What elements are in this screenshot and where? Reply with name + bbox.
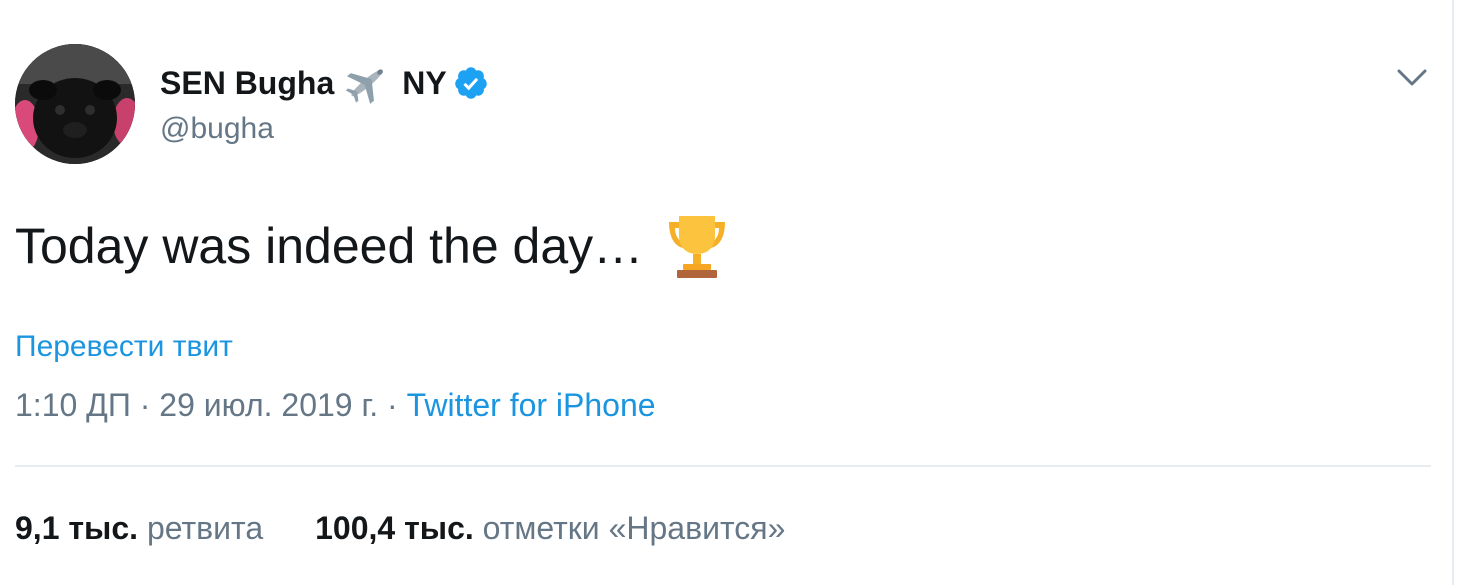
translate-tweet-link[interactable]: Перевести твит [15, 330, 233, 364]
location-text: NY [402, 64, 447, 101]
tweet-card: SEN Bugha NY @bugha Today was indeed the… [0, 0, 1460, 585]
retweets-count: 9,1 тыс. [15, 510, 139, 546]
divider [15, 465, 1431, 467]
pug-avatar-image [15, 44, 135, 164]
likes-count: 100,4 тыс. [315, 510, 474, 546]
tweet-text: Today was indeed the day… [15, 210, 733, 282]
airplane-icon [344, 62, 390, 104]
username[interactable]: @bugha [160, 112, 489, 146]
chevron-down-icon[interactable] [1395, 66, 1429, 90]
likes-label: отметки «Нравится» [482, 510, 786, 546]
meta-separator: · [130, 387, 160, 423]
meta-separator: · [378, 387, 407, 423]
column-border [1452, 0, 1454, 585]
trophy-icon [661, 210, 733, 282]
retweets-stat[interactable]: 9,1 тыс. ретвита [15, 510, 263, 547]
tweet-meta: 1:10 ДП · 29 июл. 2019 г. · Twitter for … [15, 387, 656, 424]
tweet-source-link[interactable]: Twitter for iPhone [407, 387, 656, 423]
author-header[interactable]: SEN Bugha NY @bugha [160, 62, 489, 146]
tweet-text-content: Today was indeed the day… [15, 218, 644, 274]
tweet-date[interactable]: 29 июл. 2019 г. [159, 387, 378, 423]
tweet-stats: 9,1 тыс. ретвита 100,4 тыс. отметки «Нра… [15, 510, 837, 547]
likes-stat[interactable]: 100,4 тыс. отметки «Нравится» [315, 510, 785, 547]
avatar[interactable] [15, 44, 135, 164]
display-name[interactable]: SEN Bugha NY [160, 62, 489, 104]
display-name-text: SEN Bugha [160, 64, 335, 101]
retweets-label: ретвита [146, 510, 264, 546]
verified-badge-icon [453, 65, 489, 101]
tweet-time[interactable]: 1:10 ДП [15, 387, 131, 423]
